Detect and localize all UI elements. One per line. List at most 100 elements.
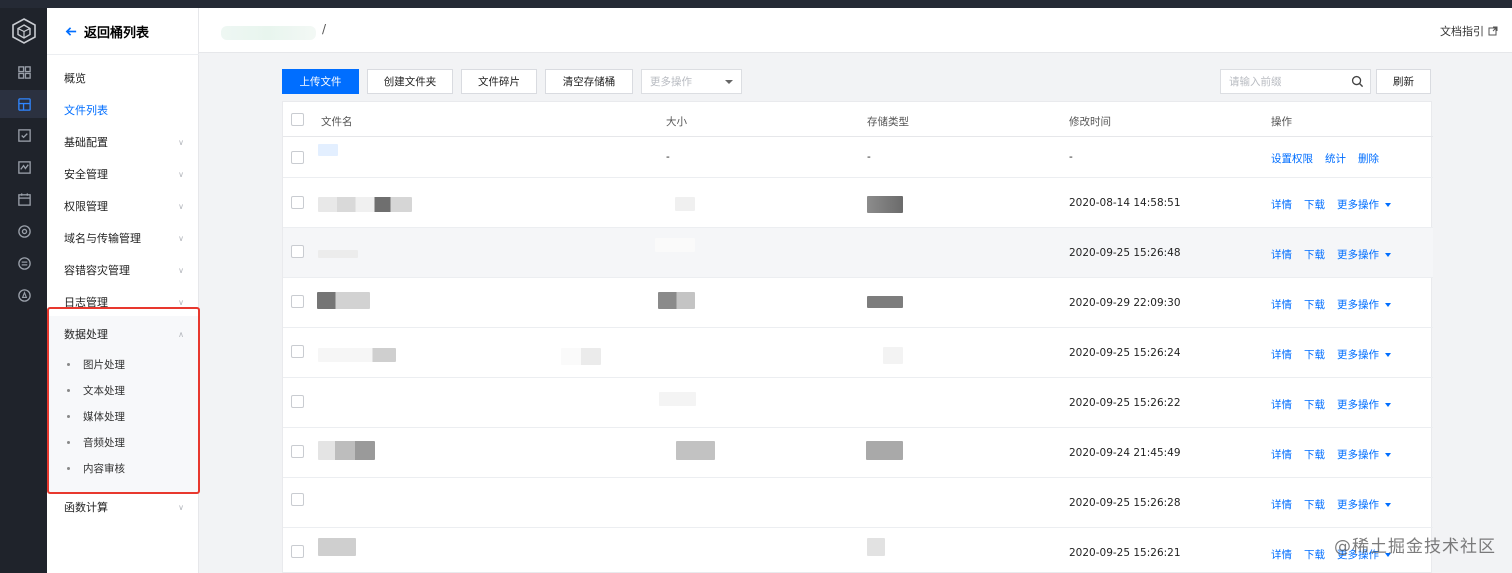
details-link[interactable]: 详情: [1271, 297, 1292, 312]
file-fragments-button[interactable]: 文件碎片: [461, 69, 537, 94]
key-icon[interactable]: [10, 281, 38, 309]
sidebar-item-label: 文件列表: [64, 104, 108, 117]
details-link[interactable]: 详情: [1271, 497, 1292, 512]
sidebar-item-permissions[interactable]: 权限管理 ∨: [64, 198, 184, 214]
cube-logo-icon[interactable]: [11, 18, 37, 44]
more-actions-dropdown[interactable]: 更多操作: [1337, 247, 1391, 262]
table-row[interactable]: 2020-09-29 22:09:30 详情 下载 更多操作: [283, 278, 1433, 328]
dashboard-icon[interactable]: [10, 58, 38, 86]
sidebar-divider: [47, 54, 199, 55]
create-folder-button[interactable]: 创建文件夹: [367, 69, 453, 94]
bucket-icon[interactable]: [10, 90, 38, 118]
row-checkbox[interactable]: [291, 445, 304, 458]
more-actions-dropdown[interactable]: 更多操作: [1337, 197, 1391, 212]
table-row[interactable]: 2020-09-25 15:26:28 详情 下载 更多操作: [283, 478, 1433, 528]
column-header-storage-class[interactable]: 存储类型: [867, 114, 909, 129]
file-name-blurred[interactable]: [318, 441, 375, 460]
file-name-blurred[interactable]: [318, 250, 358, 258]
file-size-blurred: [561, 348, 601, 365]
details-link[interactable]: 详情: [1271, 247, 1292, 262]
file-name-blurred[interactable]: [318, 348, 396, 362]
download-link[interactable]: 下载: [1304, 447, 1325, 462]
details-link[interactable]: 详情: [1271, 197, 1292, 212]
row-checkbox[interactable]: [291, 395, 304, 408]
list-icon[interactable]: [10, 249, 38, 277]
folder-name-blurred[interactable]: [318, 144, 338, 156]
statistics-link[interactable]: 统计: [1325, 151, 1346, 166]
file-size-blurred: [675, 197, 695, 211]
table-row[interactable]: 2020-09-25 15:26:48 详情 下载 更多操作: [283, 228, 1433, 278]
modified-time: 2020-09-25 15:26:48: [1069, 247, 1181, 259]
more-actions-dropdown[interactable]: 更多操作: [1337, 297, 1391, 312]
details-link[interactable]: 详情: [1271, 547, 1292, 562]
details-link[interactable]: 详情: [1271, 347, 1292, 362]
row-checkbox[interactable]: [291, 151, 304, 164]
sidebar-item-function-compute[interactable]: 函数计算 ∨: [64, 499, 184, 515]
sidebar-item-label: 权限管理: [64, 200, 108, 213]
column-header-modified[interactable]: 修改时间: [1069, 114, 1111, 129]
delete-link[interactable]: 删除: [1358, 151, 1379, 166]
prefix-search-input[interactable]: 请输入前缀: [1220, 69, 1371, 94]
details-link[interactable]: 详情: [1271, 447, 1292, 462]
file-size-blurred: [659, 392, 696, 406]
more-actions-dropdown[interactable]: 更多操作: [1337, 447, 1391, 462]
doc-guide-label: 文档指引: [1440, 25, 1484, 38]
storage-class: -: [867, 151, 871, 163]
select-all-checkbox[interactable]: [291, 113, 304, 126]
sidebar-item-label: 域名与传输管理: [64, 232, 141, 245]
more-actions-dropdown[interactable]: 更多操作: [1337, 347, 1391, 362]
download-link[interactable]: 下载: [1304, 547, 1325, 562]
column-header-name[interactable]: 文件名: [321, 114, 353, 129]
sidebar-item-overview[interactable]: 概览: [64, 70, 184, 86]
download-link[interactable]: 下载: [1304, 497, 1325, 512]
more-actions-dropdown[interactable]: 更多操作: [1337, 497, 1391, 512]
sidebar-item-file-list[interactable]: 文件列表: [64, 102, 184, 118]
details-link[interactable]: 详情: [1271, 397, 1292, 412]
back-to-bucket-list[interactable]: 返回桶列表: [65, 22, 149, 41]
calendar-icon[interactable]: [10, 185, 38, 213]
arrow-left-icon: [65, 27, 77, 36]
file-name-blurred[interactable]: [317, 292, 370, 309]
download-link[interactable]: 下载: [1304, 397, 1325, 412]
sidebar-item-security[interactable]: 安全管理 ∨: [64, 166, 184, 182]
analytics-icon[interactable]: [10, 217, 38, 245]
chevron-down-icon: ∨: [178, 169, 184, 179]
set-permissions-link[interactable]: 设置权限: [1271, 151, 1313, 166]
sidebar-item-domain-transfer[interactable]: 域名与传输管理 ∨: [64, 230, 184, 246]
doc-guide-link[interactable]: 文档指引: [1440, 23, 1498, 39]
row-checkbox[interactable]: [291, 493, 304, 506]
chevron-down-icon: ∨: [178, 201, 184, 211]
row-checkbox[interactable]: [291, 196, 304, 209]
download-link[interactable]: 下载: [1304, 347, 1325, 362]
refresh-button[interactable]: 刷新: [1376, 69, 1431, 94]
upload-file-button[interactable]: 上传文件: [282, 69, 359, 94]
row-checkbox[interactable]: [291, 545, 304, 558]
watermark: @稀土掘金技术社区: [1334, 537, 1496, 557]
search-icon[interactable]: [1351, 75, 1364, 88]
clear-bucket-button[interactable]: 清空存储桶: [545, 69, 633, 94]
more-operations-select[interactable]: 更多操作: [641, 69, 742, 94]
file-name-blurred[interactable]: [318, 197, 412, 212]
table-row[interactable]: 2020-09-25 15:26:21 详情 下载 更多操作: [283, 528, 1433, 573]
download-link[interactable]: 下载: [1304, 197, 1325, 212]
row-checkbox[interactable]: [291, 245, 304, 258]
table-row[interactable]: - - - 设置权限 统计 删除: [283, 137, 1433, 178]
table-row[interactable]: 2020-09-25 15:26:24 详情 下载 更多操作: [283, 328, 1433, 378]
row-checkbox[interactable]: [291, 345, 304, 358]
column-header-size[interactable]: 大小: [666, 114, 687, 129]
download-link[interactable]: 下载: [1304, 297, 1325, 312]
more-actions-dropdown[interactable]: 更多操作: [1337, 397, 1391, 412]
table-row[interactable]: 2020-09-25 15:26:22 详情 下载 更多操作: [283, 378, 1433, 428]
task-icon[interactable]: [10, 121, 38, 149]
storage-class-blurred: [867, 538, 885, 556]
sidebar-item-basic-config[interactable]: 基础配置 ∨: [64, 134, 184, 150]
download-link[interactable]: 下载: [1304, 247, 1325, 262]
more-operations-placeholder: 更多操作: [650, 76, 692, 88]
file-name-blurred[interactable]: [318, 538, 356, 556]
table-row[interactable]: 2020-09-24 21:45:49 详情 下载 更多操作: [283, 428, 1433, 478]
content-header: / 文档指引: [199, 8, 1512, 53]
row-checkbox[interactable]: [291, 295, 304, 308]
sidebar-item-fault-tolerance[interactable]: 容错容灾管理 ∨: [64, 262, 184, 278]
monitor-icon[interactable]: [10, 153, 38, 181]
table-row[interactable]: 2020-08-14 14:58:51 详情 下载 更多操作: [283, 178, 1433, 228]
